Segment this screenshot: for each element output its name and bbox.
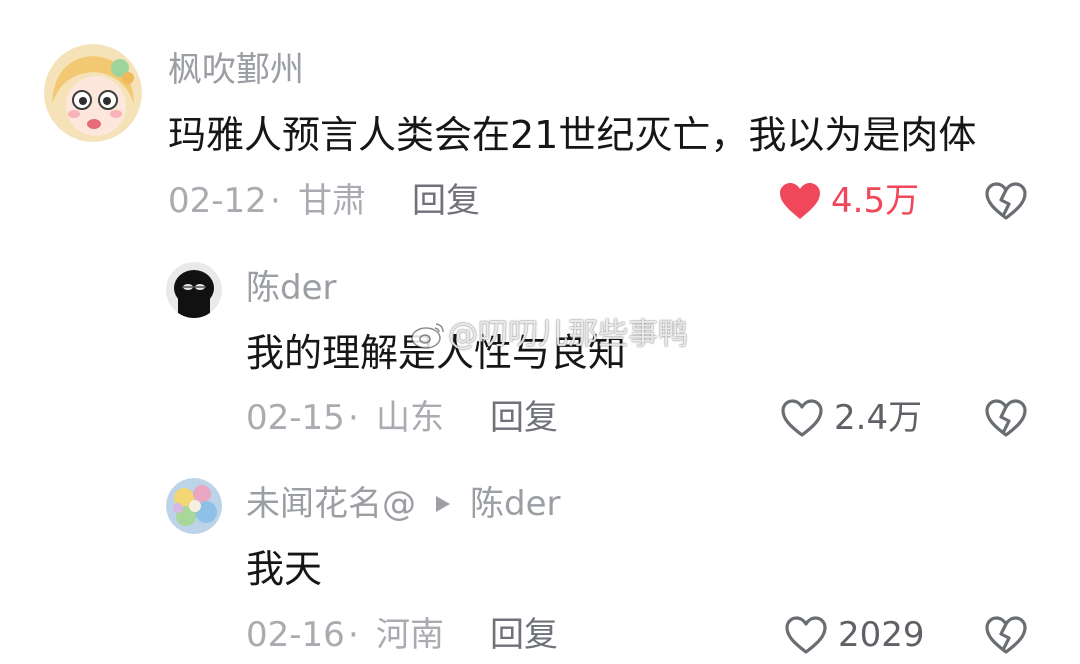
heart-icon[interactable] (780, 398, 824, 438)
reply-to-username[interactable]: 陈der (470, 484, 560, 524)
broken-heart-icon[interactable] (984, 398, 1028, 438)
reply-button[interactable]: 回复 (490, 398, 558, 438)
reply-button[interactable]: 回复 (490, 615, 558, 655)
reply-button[interactable]: 回复 (412, 181, 480, 221)
comment-location: 山东 (376, 398, 444, 438)
meta-separator: · (348, 398, 359, 438)
like-count: 2.4万 (834, 398, 923, 438)
broken-heart-icon[interactable] (984, 615, 1028, 655)
like-count: 4.5万 (831, 181, 920, 221)
avatar[interactable] (44, 44, 142, 142)
avatar[interactable] (166, 478, 222, 534)
play-triangle-icon (434, 494, 452, 514)
broken-heart-icon[interactable] (984, 181, 1028, 221)
comment-location: 甘肃 (298, 181, 366, 221)
comment-text: 我天 (246, 547, 323, 591)
comment-username[interactable]: 陈der (246, 268, 336, 308)
like-count: 2029 (838, 615, 925, 655)
comment-username[interactable]: 未闻花名@ (246, 484, 416, 524)
comment-date: 02-12 (168, 181, 267, 221)
avatar[interactable] (166, 262, 222, 318)
heart-icon[interactable] (778, 181, 822, 221)
heart-icon[interactable] (784, 615, 828, 655)
comment-username[interactable]: 枫吹鄞州 (168, 50, 304, 90)
weibo-logo-icon (410, 320, 446, 350)
comment-date: 02-15 (246, 398, 345, 438)
watermark-text: @叨叨儿那些事鸭 (448, 317, 688, 352)
comment-date: 02-16 (246, 615, 345, 655)
meta-separator: · (270, 181, 281, 221)
comment-location: 河南 (376, 615, 444, 655)
meta-separator: · (348, 615, 359, 655)
comment-text: 玛雅人预言人类会在21世纪灭亡，我以为是肉体 (168, 113, 977, 157)
